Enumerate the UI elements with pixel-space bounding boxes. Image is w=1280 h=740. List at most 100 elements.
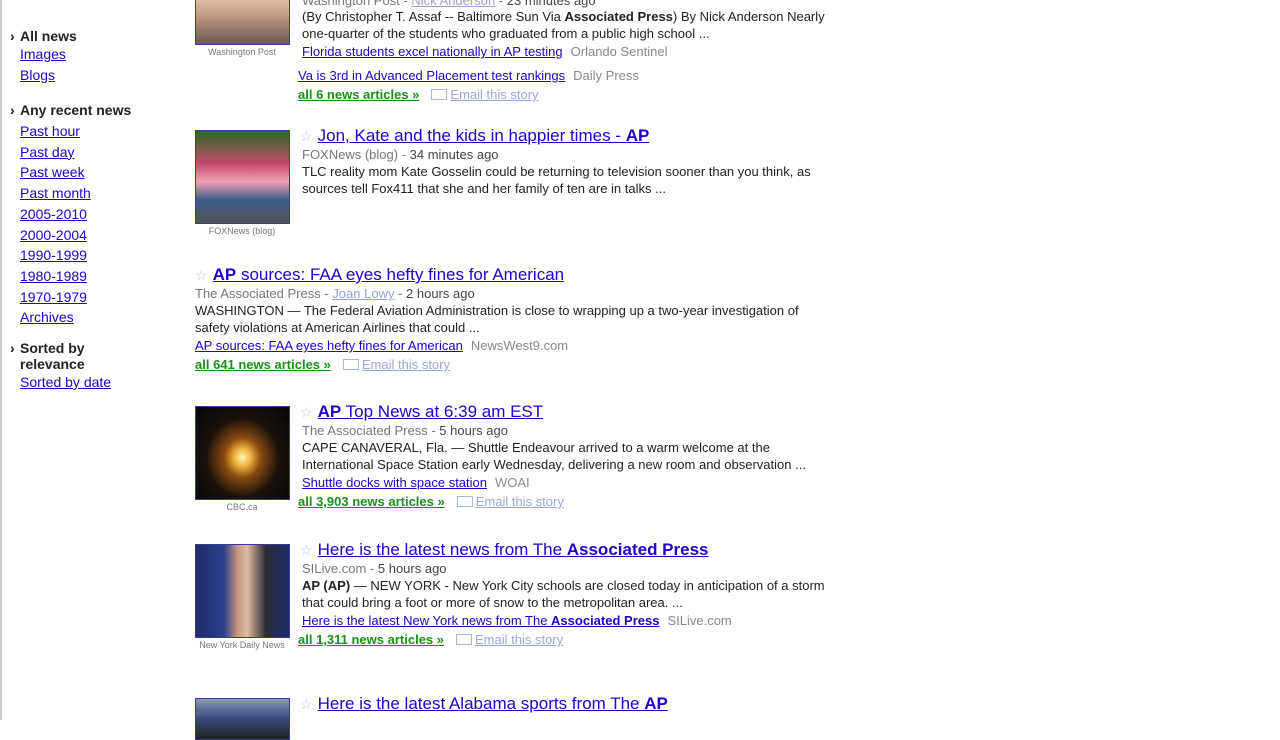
result-footer: all 641 news articles » Email this story xyxy=(195,355,915,374)
sidebar-item-past-week[interactable]: Past week xyxy=(20,162,131,183)
result-thumbnail[interactable] xyxy=(195,406,290,500)
news-result: Washington Post - Nick Anderson - 23 min… xyxy=(302,0,922,61)
result-snippet-line2: sources tell Fox411 that she and her fam… xyxy=(302,181,666,196)
email-story-link[interactable]: Email this story xyxy=(342,357,450,372)
sidebar-item-past-day[interactable]: Past day xyxy=(20,142,131,163)
sidebar-item-sorted-by-date[interactable]: Sorted by date xyxy=(20,372,111,393)
result-title[interactable]: Here is the latest Alabama sports from T… xyxy=(318,694,668,713)
sidebar-group-date: › Any recent news Past hour Past day Past… xyxy=(10,102,131,328)
thumbnail-caption: FOXNews (blog) xyxy=(208,226,276,236)
result-snippet-line2: that could bring a foot or more of snow … xyxy=(302,595,683,610)
all-articles-link[interactable]: all 3,903 news articles » xyxy=(298,494,445,509)
news-result: ☆ AP Top News at 6:39 am EST The Associa… xyxy=(298,402,920,511)
result-snippet-line2: International Space Station early Wednes… xyxy=(302,457,806,472)
result-title[interactable]: AP sources: FAA eyes hefty fines for Ame… xyxy=(213,265,565,284)
news-result: ☆ Here is the latest news from The Assoc… xyxy=(298,540,940,649)
sidebar-group-type: › All news Images Blogs xyxy=(10,28,77,85)
sidebar-item-blogs[interactable]: Blogs xyxy=(20,65,77,86)
result-source: SILive.com xyxy=(302,561,367,576)
result-title[interactable]: Here is the latest news from The Associa… xyxy=(318,540,709,559)
star-outline-icon[interactable]: ☆ xyxy=(300,696,314,713)
result-time: 23 minutes ago xyxy=(506,0,596,8)
envelope-icon xyxy=(456,496,473,508)
all-articles-link[interactable]: all 6 news articles » xyxy=(298,87,419,102)
result-thumbnail[interactable] xyxy=(195,544,290,638)
thumbnail-caption: CBC.ca xyxy=(226,502,258,512)
result-time: 5 hours ago xyxy=(377,561,447,576)
sidebar-heading-any-recent: Any recent news xyxy=(20,102,132,118)
sidebar-item-past-hour[interactable]: Past hour xyxy=(20,121,131,142)
result-thumbnail[interactable] xyxy=(195,130,290,224)
sidebar-heading-relevance: relevance xyxy=(20,356,85,372)
envelope-icon xyxy=(342,359,359,371)
related-article: Florida students excel nationally in AP … xyxy=(302,42,922,61)
page-left-border xyxy=(0,0,2,720)
related-article-source: Orlando Sentinel xyxy=(570,44,668,59)
result-footer: all 3,903 news articles » Email this stor… xyxy=(298,492,920,511)
star-outline-icon[interactable]: ☆ xyxy=(300,404,314,421)
sidebar-item-1980-1989[interactable]: 1980-1989 xyxy=(20,266,131,287)
all-articles-link[interactable]: all 641 news articles » xyxy=(195,357,331,372)
result-time: 34 minutes ago xyxy=(409,147,499,162)
sidebar-item-past-month[interactable]: Past month xyxy=(20,183,131,204)
related-article-link[interactable]: Shuttle docks with space station xyxy=(302,475,487,490)
sidebar-item-images[interactable]: Images xyxy=(20,44,77,65)
related-article-source: NewsWest9.com xyxy=(470,338,569,353)
related-article: Va is 3rd in Advanced Placement test ran… xyxy=(298,66,918,85)
related-article-link[interactable]: AP sources: FAA eyes hefty fines for Ame… xyxy=(195,338,463,353)
star-outline-icon[interactable]: ☆ xyxy=(300,128,314,145)
all-articles-link[interactable]: all 1,311 news articles » xyxy=(298,632,444,647)
email-story-link[interactable]: Email this story xyxy=(456,494,564,509)
result-thumbnail[interactable] xyxy=(195,698,290,740)
thumbnail-caption: Washington Post xyxy=(208,47,276,57)
result-title[interactable]: Jon, Kate and the kids in happier times … xyxy=(318,126,650,145)
star-outline-icon[interactable]: ☆ xyxy=(300,542,314,559)
related-article-link[interactable]: Florida students excel nationally in AP … xyxy=(302,44,563,59)
related-article-link[interactable]: Here is the latest New York news from Th… xyxy=(302,613,659,628)
sidebar-item-1970-1979[interactable]: 1970-1979 xyxy=(20,287,131,308)
related-article-source: Daily Press xyxy=(573,68,639,83)
sidebar-heading-all-news: All news xyxy=(20,28,77,44)
result-snippet: (By Christopher T. Assaf -- Baltimore Su… xyxy=(302,9,825,24)
email-story-link[interactable]: Email this story xyxy=(431,87,539,102)
result-source: FOXNews (blog) xyxy=(302,147,399,162)
result-footer: all 1,311 news articles » Email this stor… xyxy=(298,630,940,649)
related-article-source: WOAI xyxy=(495,475,530,490)
news-result: ☆ Here is the latest Alabama sports from… xyxy=(300,694,940,714)
envelope-icon xyxy=(456,634,472,646)
star-outline-icon[interactable]: ☆ xyxy=(195,267,209,284)
email-story-link[interactable]: Email this story xyxy=(456,632,563,647)
sidebar-heading-sorted-by: Sorted by xyxy=(20,340,85,356)
news-result: ☆ AP sources: FAA eyes hefty fines for A… xyxy=(195,265,915,374)
result-author[interactable]: Nick Anderson xyxy=(411,0,495,8)
result-snippet-line2: safety violations at American Airlines t… xyxy=(195,320,480,335)
result-snippet-line2: one-quarter of the students who graduate… xyxy=(302,26,710,41)
related-article-link[interactable]: Va is 3rd in Advanced Placement test ran… xyxy=(298,68,565,83)
envelope-icon xyxy=(431,89,448,101)
related-article-source: SILive.com xyxy=(667,613,732,628)
result-snippet: AP (AP) — NEW YORK - New York City schoo… xyxy=(302,578,825,593)
sidebar-group-sort: › Sorted by relevance Sorted by date xyxy=(10,340,111,393)
sidebar-item-2000-2004[interactable]: 2000-2004 xyxy=(20,225,131,246)
thumbnail-caption: New York Daily News xyxy=(199,640,285,650)
sidebar-item-1990-1999[interactable]: 1990-1999 xyxy=(20,245,131,266)
sidebar-item-archives[interactable]: Archives xyxy=(20,307,131,328)
sidebar-item-2005-2010[interactable]: 2005-2010 xyxy=(20,204,131,225)
news-result: ☆ Jon, Kate and the kids in happier time… xyxy=(300,126,920,197)
result-source: The Associated Press xyxy=(195,286,321,301)
result-thumbnail[interactable] xyxy=(195,0,290,45)
related-article: AP sources: FAA eyes hefty fines for Ame… xyxy=(195,336,915,355)
related-article: Here is the latest New York news from Th… xyxy=(302,611,940,630)
result-snippet: CAPE CANAVERAL, Fla. — Shuttle Endeavour… xyxy=(302,440,770,455)
related-article: Shuttle docks with space station WOAI xyxy=(302,473,920,492)
result-footer: all 6 news articles » Email this story xyxy=(298,85,918,104)
result-title[interactable]: AP Top News at 6:39 am EST xyxy=(318,402,544,421)
result-source: The Associated Press xyxy=(302,423,428,438)
result-time: 2 hours ago xyxy=(406,286,475,301)
result-time: 5 hours ago xyxy=(439,423,508,438)
news-result-extra: Va is 3rd in Advanced Placement test ran… xyxy=(298,66,918,104)
result-author[interactable]: Joan Lowy xyxy=(332,286,394,301)
result-snippet: WASHINGTON — The Federal Aviation Admini… xyxy=(195,303,799,318)
result-snippet: TLC reality mom Kate Gosselin could be r… xyxy=(302,164,811,179)
result-source: Washington Post xyxy=(302,0,400,8)
